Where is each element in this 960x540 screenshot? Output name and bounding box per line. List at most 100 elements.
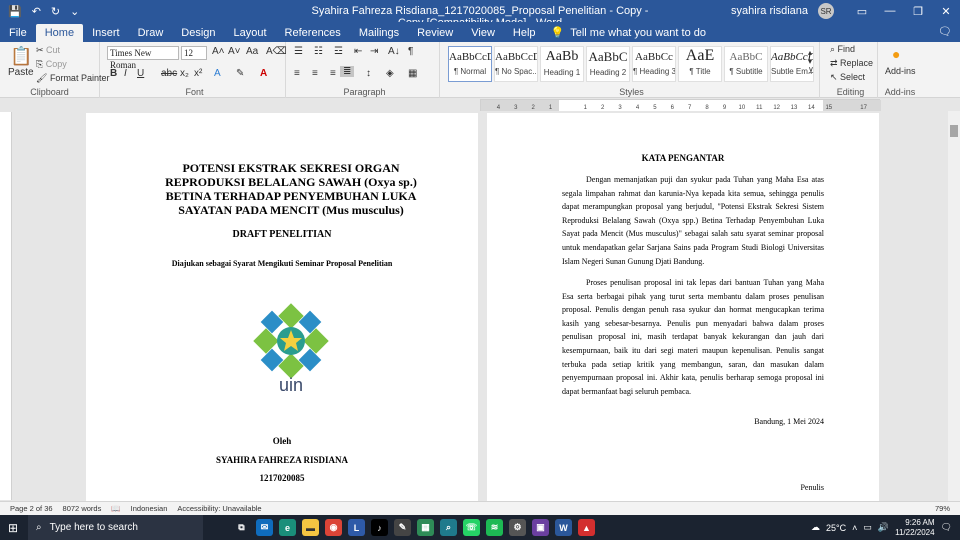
zoom-level[interactable]: 79% <box>935 504 950 513</box>
mail-icon[interactable]: ✉ <box>256 519 273 536</box>
page-count[interactable]: Page 2 of 36 <box>10 504 53 513</box>
tab-view[interactable]: View <box>462 24 504 42</box>
format-painter-button[interactable]: 🖌 Format Painter <box>36 73 109 84</box>
addins-button[interactable]: Add-ins <box>885 66 916 76</box>
tab-mailings[interactable]: Mailings <box>350 24 408 42</box>
scrollbar-thumb[interactable] <box>950 125 958 137</box>
justify-icon[interactable]: ≣ <box>340 66 355 77</box>
word-icon[interactable]: W <box>555 519 572 536</box>
tab-review[interactable]: Review <box>408 24 462 42</box>
edge-icon[interactable]: e <box>279 519 296 536</box>
acrobat-icon[interactable]: ▲ <box>578 519 595 536</box>
app-l-icon[interactable]: L <box>348 519 365 536</box>
superscript-icon[interactable]: x² <box>194 68 202 79</box>
bullets-icon[interactable]: ☰ <box>294 46 303 57</box>
comments-icon[interactable]: 🗨 <box>938 25 952 38</box>
font-color-icon[interactable]: A <box>260 68 267 79</box>
tab-home[interactable]: Home <box>35 24 84 42</box>
chrome-icon[interactable]: ◉ <box>325 519 342 536</box>
tab-design[interactable]: Design <box>172 24 224 42</box>
style-no-spacing[interactable]: AaBbCcD ¶ No Spac... <box>494 46 538 82</box>
clear-formatting-icon[interactable]: A⌫ <box>266 46 287 57</box>
page-cover[interactable]: POTENSI EKSTRAK SEKRESI ORGAN REPRODUKSI… <box>86 113 478 501</box>
windows-start-icon[interactable]: ⊞ <box>8 521 18 535</box>
align-left-icon[interactable]: ≡ <box>294 68 300 79</box>
page-preface[interactable]: KATA PENGANTAR Dengan memanjatkan puji d… <box>487 113 879 501</box>
cut-button[interactable]: ✂ Cut <box>36 45 60 56</box>
grow-font-icon[interactable]: A˄ <box>212 46 225 57</box>
decrease-indent-icon[interactable]: ⇤ <box>354 46 362 57</box>
styles-scroll-icon[interactable]: ▴ ▾ ⊻ <box>808 48 814 75</box>
tab-layout[interactable]: Layout <box>225 24 276 42</box>
change-case-icon[interactable]: Aa <box>246 46 258 57</box>
select-button[interactable]: ↖ Select <box>830 72 865 83</box>
file-explorer-icon[interactable]: ▬ <box>302 519 319 536</box>
vertical-scrollbar[interactable] <box>948 111 960 501</box>
multilevel-list-icon[interactable]: ☲ <box>334 46 343 57</box>
tray-chevron-icon[interactable]: ˄ <box>852 523 857 533</box>
underline-icon[interactable]: U <box>137 68 144 79</box>
app-icon[interactable]: ▣ <box>532 519 549 536</box>
highlight-icon[interactable]: ✎ <box>236 68 244 79</box>
style-title[interactable]: AaE ¶ Title <box>678 46 722 82</box>
tab-references[interactable]: References <box>276 24 350 42</box>
line-spacing-icon[interactable]: ↕ <box>366 68 371 79</box>
pen-icon[interactable]: ✎ <box>394 519 411 536</box>
minimize-button[interactable]: — <box>876 0 904 22</box>
font-name-select[interactable]: Times New Roman <box>107 46 179 70</box>
shrink-font-icon[interactable]: A˅ <box>228 46 241 57</box>
tab-file[interactable]: File <box>0 24 36 42</box>
paste-icon[interactable]: 📋 <box>10 46 32 67</box>
horizontal-ruler[interactable]: 4 3 2 1 1 2 3 4 5 6 7 8 9 10 11 12 13 14 15 17 <box>480 99 881 112</box>
show-formatting-icon[interactable]: ¶ <box>408 46 413 57</box>
italic-icon[interactable]: I <box>124 68 127 79</box>
tab-insert[interactable]: Insert <box>83 24 129 42</box>
save-icon[interactable]: 💾 <box>8 5 22 18</box>
align-right-icon[interactable]: ≡ <box>330 68 336 79</box>
bold-icon[interactable]: B <box>110 68 117 79</box>
style-heading-1[interactable]: AaBb Heading 1 <box>540 46 584 82</box>
language-indicator[interactable]: Indonesian <box>131 504 168 513</box>
find-button[interactable]: ⌕ Find <box>830 44 855 55</box>
clock[interactable]: 9:26 AM 11/22/2024 <box>895 518 934 538</box>
font-size-select[interactable]: 12 <box>181 46 207 60</box>
whatsapp-icon[interactable]: ☏ <box>463 519 480 536</box>
weather-temp[interactable]: 25°C <box>826 523 846 533</box>
undo-icon[interactable]: ↶ <box>32 5 41 18</box>
ribbon-display-options-icon[interactable]: ▭ <box>848 0 876 22</box>
proofing-icon[interactable]: 📖 <box>111 504 120 513</box>
weather-icon[interactable]: ☁ <box>811 522 820 533</box>
tab-help[interactable]: Help <box>504 24 545 42</box>
shading-icon[interactable]: ◈ <box>386 68 394 79</box>
settings-icon[interactable]: ⚙ <box>509 519 526 536</box>
copy-button[interactable]: ⎘ Copy <box>36 59 67 70</box>
addins-icon[interactable]: ● <box>892 46 900 62</box>
align-center-icon[interactable]: ≡ <box>312 68 318 79</box>
grid-app-icon[interactable]: ▦ <box>417 519 434 536</box>
notification-icon[interactable]: 🗨 <box>941 522 952 533</box>
avatar[interactable]: SR <box>818 3 834 19</box>
style-normal[interactable]: AaBbCcD ¶ Normal <box>448 46 492 82</box>
strikethrough-icon[interactable]: abc <box>161 68 177 79</box>
increase-indent-icon[interactable]: ⇥ <box>370 46 378 57</box>
network-icon[interactable]: ▭ <box>863 522 872 533</box>
word-count[interactable]: 8072 words <box>63 504 102 513</box>
numbering-icon[interactable]: ☷ <box>314 46 323 57</box>
tab-draw[interactable]: Draw <box>129 24 173 42</box>
redo-icon[interactable]: ↻ <box>51 5 60 18</box>
subscript-icon[interactable]: x₂ <box>180 68 189 79</box>
search-app-icon[interactable]: ⌕ <box>440 519 457 536</box>
task-view-icon[interactable]: ⧉ <box>233 519 250 536</box>
paste-button[interactable]: Paste <box>8 67 34 78</box>
vertical-ruler[interactable] <box>0 112 12 500</box>
accessibility-status[interactable]: Accessibility: Unavailable <box>177 504 261 513</box>
close-button[interactable]: ✕ <box>932 0 960 22</box>
tiktok-icon[interactable]: ♪ <box>371 519 388 536</box>
taskbar-search[interactable]: ⌕ Type here to search <box>28 515 203 540</box>
style-subtitle[interactable]: AaBbC ¶ Subtitle <box>724 46 768 82</box>
borders-icon[interactable]: ▦ <box>408 68 417 79</box>
restore-button[interactable]: ❐ <box>904 0 932 22</box>
sort-icon[interactable]: A↓ <box>388 46 400 57</box>
text-effects-icon[interactable]: A <box>214 68 221 79</box>
replace-button[interactable]: ⇄ Replace <box>830 58 873 69</box>
